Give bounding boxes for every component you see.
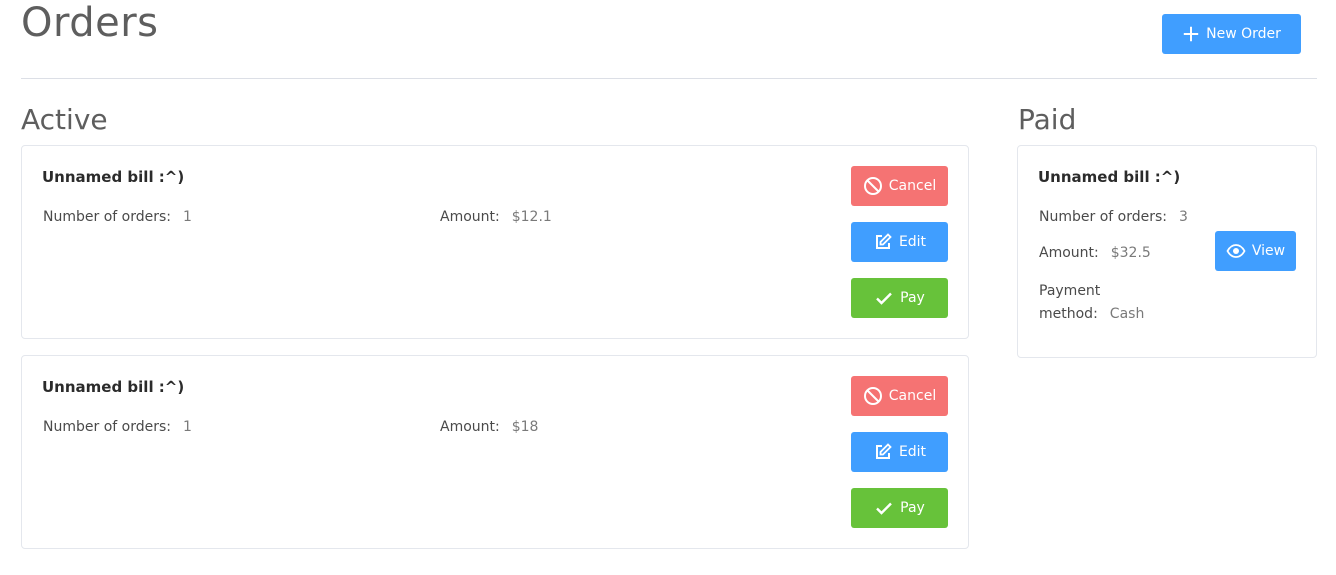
amount-label: Amount:	[440, 209, 500, 225]
amount-field: Amount: $12.1	[440, 209, 552, 225]
orders-count-value: 3	[1178, 209, 1188, 225]
orders-count-field: Number of orders: 1	[43, 419, 192, 435]
new-order-button[interactable]: New Order	[1162, 14, 1301, 54]
bill-name: Unnamed bill :^)	[1038, 168, 1181, 186]
header-divider	[21, 78, 1317, 79]
orders-count-label: Number of orders:	[43, 419, 171, 435]
pay-label: Pay	[900, 500, 925, 516]
payment-method-field: Payment method: Cash	[1039, 280, 1144, 326]
cancel-button[interactable]: Cancel	[851, 166, 948, 206]
orders-count-field: Number of orders: 1	[43, 209, 192, 225]
cancel-button[interactable]: Cancel	[851, 376, 948, 416]
active-order-card: Unnamed bill :^) Number of orders: 1 Amou…	[21, 145, 969, 339]
amount-value: $32.5	[1110, 245, 1151, 261]
page-title: Orders	[21, 0, 159, 46]
cancel-label: Cancel	[888, 388, 937, 404]
pay-label: Pay	[900, 290, 925, 306]
view-button[interactable]: View	[1215, 231, 1296, 271]
bill-name: Unnamed bill :^)	[42, 168, 185, 186]
ban-icon	[863, 387, 882, 405]
pay-button[interactable]: Pay	[851, 488, 948, 528]
orders-count-field: Number of orders: 3	[1039, 209, 1188, 225]
payment-method-value: Cash	[1109, 306, 1145, 322]
payment-label-line2: method:	[1039, 306, 1098, 322]
orders-count-value: 1	[182, 419, 192, 435]
eye-icon	[1226, 244, 1246, 258]
amount-field: Amount: $32.5	[1039, 245, 1151, 261]
amount-field: Amount: $18	[440, 419, 538, 435]
paid-section-title: Paid	[1018, 103, 1077, 136]
edit-button[interactable]: Edit	[851, 432, 948, 472]
active-order-card: Unnamed bill :^) Number of orders: 1 Amou…	[21, 355, 969, 549]
amount-label: Amount:	[1039, 245, 1099, 261]
active-section-title: Active	[21, 103, 108, 136]
bill-name: Unnamed bill :^)	[42, 378, 185, 396]
edit-label: Edit	[898, 234, 927, 250]
orders-count-label: Number of orders:	[43, 209, 171, 225]
edit-icon	[875, 233, 892, 249]
check-icon	[876, 292, 893, 305]
cancel-label: Cancel	[888, 178, 937, 194]
amount-value: $18	[511, 419, 539, 435]
edit-icon	[875, 443, 892, 459]
edit-button[interactable]: Edit	[851, 222, 948, 262]
check-icon	[876, 502, 893, 515]
view-label: View	[1251, 243, 1286, 259]
orders-count-value: 1	[182, 209, 192, 225]
edit-label: Edit	[898, 444, 927, 460]
ban-icon	[863, 177, 882, 195]
payment-label-line1: Payment	[1039, 283, 1101, 299]
plus-icon	[1183, 26, 1199, 42]
amount-label: Amount:	[440, 419, 500, 435]
paid-order-card: Unnamed bill :^) Number of orders: 3 Amou…	[1017, 145, 1317, 358]
orders-count-label: Number of orders:	[1039, 209, 1167, 225]
new-order-label: New Order	[1206, 26, 1281, 42]
amount-value: $12.1	[511, 209, 552, 225]
pay-button[interactable]: Pay	[851, 278, 948, 318]
